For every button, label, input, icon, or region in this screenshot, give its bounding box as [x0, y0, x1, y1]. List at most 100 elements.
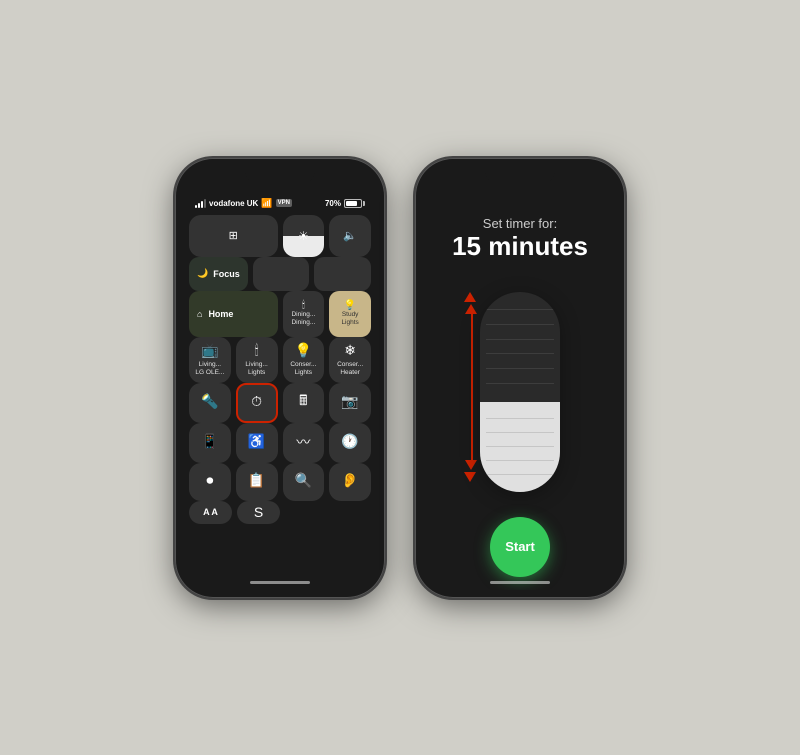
status-right: 70% — [325, 199, 365, 208]
conserv-heater-label-2: Heater — [340, 369, 360, 377]
dining-tile[interactable]: 🕯 Dining... Dining... — [283, 291, 325, 337]
notes-icon: 📋 — [248, 472, 265, 489]
hearing-icon: 👂 — [341, 472, 358, 489]
home-tile[interactable]: ⌂ Home — [189, 291, 278, 337]
home-bar-right — [490, 581, 550, 584]
status-left: vodafone UK 📶 VPN — [195, 198, 292, 209]
pill-line-light-5 — [486, 474, 554, 475]
phone-left: vodafone UK 📶 VPN 70% ⊞ — [175, 158, 385, 598]
pill-line-light-3 — [486, 446, 554, 447]
torch-icon: 🔦 — [201, 393, 218, 410]
clock-tile[interactable]: 🕐 — [329, 423, 371, 463]
brightness-slider[interactable]: ☀ — [283, 215, 325, 257]
signal-bar-4 — [204, 199, 206, 208]
focus-tile[interactable]: 🌙 Focus — [189, 257, 248, 291]
pill-light-section — [480, 402, 560, 492]
accessibility-icon: ♿ — [248, 433, 265, 450]
arrow-up-icon — [471, 292, 473, 314]
conserv-heater-tile[interactable]: ❄ Conser... Heater — [329, 337, 371, 383]
status-bar: vodafone UK 📶 VPN 70% — [189, 194, 371, 215]
signal-bar-2 — [198, 203, 200, 208]
calculator-tile[interactable]: 🖩 — [283, 383, 325, 423]
notch-right — [485, 166, 555, 184]
timer-tile[interactable]: ⏱ — [236, 383, 278, 423]
shazam-icon: S — [254, 504, 263, 520]
pill-dark-lines — [480, 292, 560, 402]
dining-label-2: Dining... — [291, 319, 315, 327]
clock-icon: 🕐 — [341, 433, 358, 450]
torch-tile[interactable]: 🔦 — [189, 383, 231, 423]
row-2-focus: 🌙 Focus — [189, 257, 371, 291]
phone-left-screen: vodafone UK 📶 VPN 70% ⊞ — [181, 166, 379, 590]
timer-slider-area[interactable] — [421, 282, 619, 502]
battery-percent: 70% — [325, 199, 341, 208]
screen-mirroring-tile[interactable]: ⊞ — [189, 215, 278, 257]
pill-dark-section — [480, 292, 560, 402]
screen-record-tile[interactable]: ⏺ — [189, 463, 231, 501]
living-tv-label-1: Living... — [199, 361, 221, 369]
up-arrow-head — [465, 304, 477, 314]
wifi-icon: 📶 — [261, 198, 272, 209]
study-lights-tile[interactable]: 💡 Study Lights — [329, 291, 371, 337]
pill-line-light-4 — [486, 460, 554, 461]
living-tv-tile[interactable]: 📺 Living... LG OLE... — [189, 337, 231, 383]
row-1-connectivity: ⊞ ☀ 🔈 — [189, 215, 371, 257]
camera-tile[interactable]: 📷 — [329, 383, 371, 423]
pill-line-2 — [486, 324, 554, 325]
pill-line-light-2 — [486, 432, 554, 433]
volume-slider[interactable]: 🔈 — [329, 215, 371, 257]
vpn-badge: VPN — [276, 199, 292, 207]
calculator-icon: 🖩 — [299, 390, 307, 414]
camera-icon: 📷 — [341, 393, 358, 410]
text-size-label: A A — [203, 507, 218, 517]
timer-arrows — [471, 292, 473, 482]
study-label-2: Lights — [341, 319, 358, 327]
volume-icon: 🔈 — [343, 229, 357, 242]
dining-label-1: Dining... — [291, 311, 315, 319]
spacer — [189, 529, 280, 537]
pill-line-3 — [486, 339, 554, 340]
timer-pill[interactable] — [480, 292, 560, 492]
pill-line-5 — [486, 368, 554, 369]
magnifier-tile[interactable]: 🔍 — [283, 463, 325, 501]
living-lights-label-2: Lights — [248, 369, 265, 377]
shazam-tile[interactable]: S — [237, 501, 280, 525]
hearing-tile[interactable]: 👂 — [329, 463, 371, 501]
timer-header: Set timer for: 15 minutes — [452, 216, 588, 262]
phone-right: Set timer for: 15 minutes — [415, 158, 625, 598]
phone-right-screen: Set timer for: 15 minutes — [421, 166, 619, 590]
lamp-icon: 🕯 — [255, 342, 259, 359]
pill-line-4 — [486, 353, 554, 354]
remote-tile[interactable]: 📱 — [189, 423, 231, 463]
timer-minutes-label: 15 minutes — [452, 231, 588, 262]
extra-toggle[interactable] — [314, 257, 371, 291]
dining-icon: 🕯 — [302, 300, 305, 311]
home-label: Home — [208, 309, 233, 319]
arrow-down-icon — [471, 460, 473, 482]
screen-record-icon: ⏺ — [206, 472, 213, 489]
conserv-heater-label-1: Conser... — [337, 361, 363, 369]
screen-mirror-icon: ⊞ — [229, 229, 238, 242]
living-lights-label-1: Living... — [245, 361, 267, 369]
voice-memos-tile[interactable]: 〰 — [283, 423, 325, 463]
brightness-sun-icon: ☀ — [298, 229, 309, 243]
focus-label: Focus — [213, 269, 240, 279]
text-size-tile[interactable]: A A — [189, 501, 232, 525]
notch-left — [245, 166, 315, 184]
start-button[interactable]: Start — [490, 517, 550, 577]
row-4-home-accessories: 📺 Living... LG OLE... 🕯 Living... Lights… — [189, 337, 371, 383]
timer-screen: Set timer for: 15 minutes — [421, 166, 619, 590]
conserv-lights-tile[interactable]: 💡 Conser... Lights — [283, 337, 325, 383]
start-label: Start — [505, 539, 535, 554]
tv-icon: 📺 — [201, 342, 218, 359]
do-not-disturb-extra[interactable] — [253, 257, 310, 291]
living-lights-tile[interactable]: 🕯 Living... Lights — [236, 337, 278, 383]
home-bar-left — [250, 581, 310, 584]
battery-tip — [363, 201, 365, 206]
notes-tile[interactable]: 📋 — [236, 463, 278, 501]
moon-icon: 🌙 — [197, 268, 208, 279]
living-tv-label-2: LG OLE... — [195, 369, 224, 377]
battery-fill — [346, 201, 357, 206]
home-icon: ⌂ — [197, 309, 202, 319]
accessibility-tile[interactable]: ♿ — [236, 423, 278, 463]
